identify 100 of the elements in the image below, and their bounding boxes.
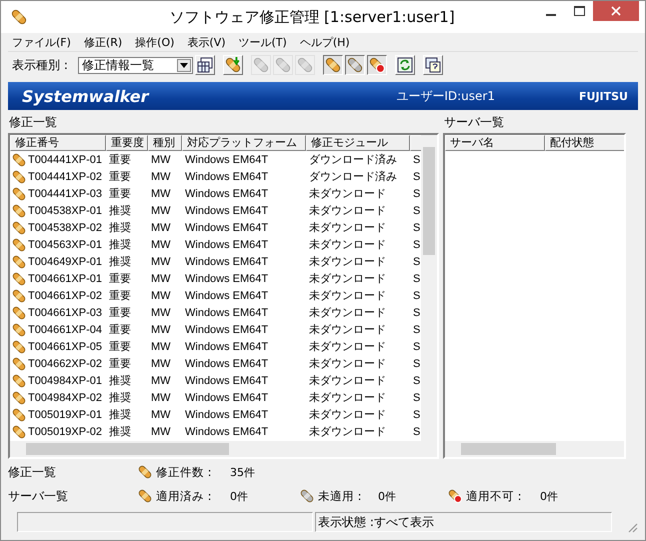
table-cell-text: ダウンロード済み bbox=[308, 152, 398, 167]
bandage-icon bbox=[274, 57, 291, 73]
table-cell-text: Windows EM64T bbox=[184, 408, 270, 420]
table-cell-text: Windows EM64T bbox=[184, 290, 270, 302]
table-icon bbox=[196, 57, 213, 73]
table-cell: T004441XP-03 bbox=[10, 186, 106, 200]
table-cell-text: 未ダウンロード bbox=[308, 408, 387, 422]
table-cell-text: 重要 bbox=[108, 289, 132, 303]
table-cell-text: 未ダウンロード bbox=[308, 204, 387, 218]
column-header[interactable]: 種別 bbox=[148, 135, 182, 151]
table-cell-text: ダウンロード済み bbox=[308, 170, 398, 184]
table-cell-text: 未ダウンロード bbox=[308, 187, 387, 201]
horizontal-scrollbar[interactable] bbox=[10, 441, 437, 457]
table-cell-text: 重要 bbox=[108, 323, 132, 337]
table-cell: T004661XP-04 bbox=[10, 322, 106, 336]
table-cell-text: S bbox=[412, 188, 421, 200]
table-cell-text: Windows EM64T bbox=[184, 154, 270, 166]
view-type-dropdown[interactable]: 修正情報一覧 bbox=[78, 56, 193, 74]
brand-logo: FUJITSU bbox=[579, 90, 628, 102]
table-cell: T004984XP-01 bbox=[10, 374, 106, 388]
table-cell-text: MW bbox=[150, 408, 172, 420]
table-cell-text: MW bbox=[150, 358, 172, 370]
minimize-icon bbox=[546, 14, 556, 16]
table-cell: T005019XP-02 bbox=[10, 424, 106, 438]
table-cell-text: MW bbox=[150, 374, 172, 386]
menu-item[interactable]: 修正(R) bbox=[84, 34, 122, 50]
toolbar-button[interactable] bbox=[344, 55, 365, 75]
column-header[interactable] bbox=[410, 135, 421, 151]
menu-item[interactable]: ファイル(F) bbox=[12, 34, 71, 50]
table-cell-text: 推奨 bbox=[108, 255, 132, 269]
bandage-error-icon bbox=[368, 57, 385, 73]
table-cell-text: 推奨 bbox=[108, 221, 132, 235]
bandage-icon bbox=[12, 288, 26, 302]
table-cell-text: 未ダウンロード bbox=[308, 289, 387, 303]
table-cell-text: MW bbox=[150, 392, 172, 404]
fix-list-title: 修正一覧 bbox=[8, 114, 58, 131]
table-cell-text: Windows EM64T bbox=[184, 374, 270, 386]
bandage-icon bbox=[296, 57, 313, 73]
table-cell-text: 重要 bbox=[108, 170, 132, 184]
count-label: 適用不可 : bbox=[466, 488, 523, 504]
table-cell-text: S bbox=[412, 154, 421, 166]
table-cell-text: S bbox=[412, 358, 421, 370]
table-cell-text: Windows EM64T bbox=[184, 272, 270, 284]
menu-item[interactable]: 操作(O) bbox=[135, 34, 174, 50]
user-id-label: ユーザーID:user1 bbox=[396, 88, 495, 104]
table-cell-text: S bbox=[412, 408, 421, 420]
bandage-icon bbox=[12, 272, 26, 286]
table-cell: T004662XP-02 bbox=[10, 356, 106, 370]
bandage-error-icon bbox=[448, 489, 462, 503]
plain-bandage-icon bbox=[300, 489, 314, 503]
table-cell: T004661XP-01 bbox=[10, 272, 106, 286]
plain-bandage-icon bbox=[346, 57, 363, 73]
bandage-icon bbox=[12, 374, 26, 388]
product-logo: Systemwalker bbox=[22, 86, 149, 106]
table-cell-text: 未ダウンロード bbox=[308, 374, 387, 388]
table-cell-text: 未ダウンロード bbox=[308, 221, 387, 235]
toolbar-button[interactable] bbox=[322, 55, 343, 75]
table-cell-text: S bbox=[412, 272, 421, 284]
menu-item[interactable]: 表示(V) bbox=[187, 34, 226, 50]
bandage-icon bbox=[11, 9, 27, 25]
table-cell-text: S bbox=[412, 170, 421, 182]
table-cell: T004661XP-02 bbox=[10, 288, 106, 302]
column-header[interactable]: 修正モジュール bbox=[306, 135, 410, 151]
vertical-scrollbar[interactable] bbox=[421, 135, 437, 441]
column-header[interactable]: 重要度 bbox=[106, 135, 148, 151]
bandage-icon bbox=[12, 220, 26, 234]
table-cell-text: 推奨 bbox=[108, 204, 132, 218]
column-header[interactable]: サーバ名 bbox=[445, 135, 545, 151]
table-cell-text: S bbox=[412, 204, 421, 216]
count-label: 修正件数 : bbox=[156, 464, 213, 480]
table-cell-text: Windows EM64T bbox=[184, 426, 270, 438]
menu-item[interactable]: ツール(T) bbox=[238, 34, 287, 50]
close-button[interactable] bbox=[593, 1, 639, 21]
table-cell-text: Windows EM64T bbox=[184, 238, 270, 250]
table-cell-text: Windows EM64T bbox=[184, 358, 270, 370]
table-cell: T004661XP-03 bbox=[10, 306, 106, 320]
table-cell-text: Windows EM64T bbox=[184, 306, 270, 318]
table-cell-text: 未ダウンロード bbox=[308, 425, 387, 439]
toolbar-button[interactable] bbox=[366, 55, 387, 75]
column-header[interactable]: 対応プラットフォーム bbox=[182, 135, 306, 151]
table-cell-text: MW bbox=[150, 426, 172, 438]
close-icon bbox=[611, 6, 621, 16]
dropdown-arrow-button[interactable] bbox=[176, 58, 191, 72]
table-cell-text: MW bbox=[150, 204, 172, 216]
table-cell-text: Windows EM64T bbox=[184, 392, 270, 404]
bandage-icon bbox=[138, 465, 152, 479]
table-cell: T004441XP-02 bbox=[10, 170, 106, 184]
column-header[interactable]: 配付状態 bbox=[545, 135, 624, 151]
table-cell: T005019XP-01 bbox=[10, 408, 106, 422]
bandage-icon bbox=[12, 238, 26, 252]
table-cell-text: MW bbox=[150, 324, 172, 336]
table-cell-text: 未ダウンロード bbox=[308, 306, 387, 320]
menu-item[interactable]: ヘルプ(H) bbox=[300, 34, 350, 50]
caret-icon bbox=[180, 62, 188, 68]
bandage-icon bbox=[12, 186, 26, 200]
window-title: ソフトウェア修正管理 [1:server1:user1] bbox=[168, 8, 456, 26]
horizontal-scrollbar[interactable] bbox=[445, 441, 624, 457]
table-cell-text: Windows EM64T bbox=[184, 204, 270, 216]
table-cell-text: MW bbox=[150, 222, 172, 234]
column-header[interactable]: 修正番号 bbox=[10, 135, 106, 151]
